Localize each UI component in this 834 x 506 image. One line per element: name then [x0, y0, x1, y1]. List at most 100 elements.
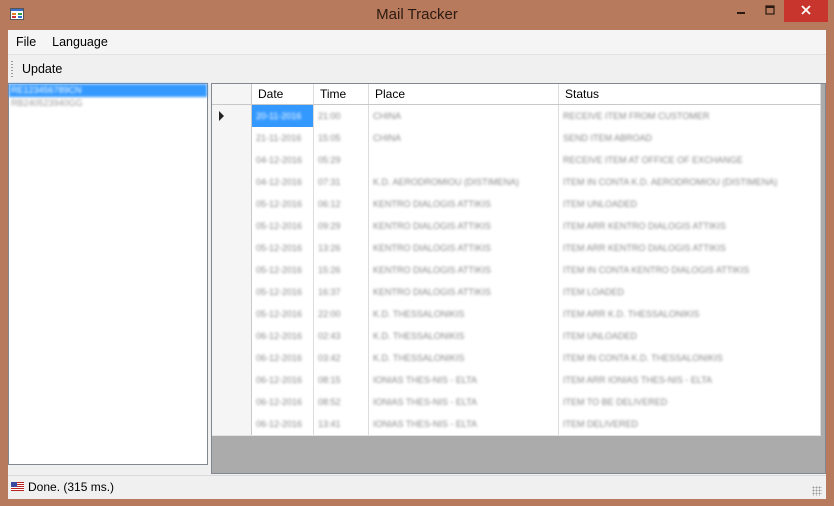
cell-date[interactable]: 05-12-2016 — [252, 193, 314, 215]
table-row[interactable]: 20-11-2016 21:00 CHINA RECEIVE ITEM FROM CU… — [212, 105, 821, 128]
cell-time[interactable]: 05:29 — [314, 149, 369, 171]
table-row[interactable]: 06-12-2016 02:43 K.D. THESSALONIKIS ITEM UN… — [212, 325, 821, 348]
cell-status[interactable]: ITEM UNLOADED — [559, 325, 821, 347]
cell-place[interactable]: K.D. THESSALONIKIS — [369, 347, 559, 369]
row-header[interactable] — [212, 193, 252, 215]
cell-status[interactable]: ITEM IN CONTA K.D. AERODROMIOU (DISTIMEN… — [559, 171, 821, 193]
cell-place[interactable]: KENTRO DIALOGIS ATTIKIS — [369, 193, 559, 215]
cell-place[interactable]: K.D. THESSALONIKIS — [369, 325, 559, 347]
cell-place[interactable]: KENTRO DIALOGIS ATTIKIS — [369, 237, 559, 259]
table-row[interactable]: 04-12-2016 07:31 K.D. AERODROMIOU (DISTIME… — [212, 171, 821, 194]
cell-status[interactable]: ITEM DELIVERED — [559, 413, 821, 435]
toolbar-grip[interactable] — [11, 61, 13, 77]
cell-time[interactable]: 02:43 — [314, 325, 369, 347]
cell-time[interactable]: 22:00 — [314, 303, 369, 325]
resize-grip[interactable] — [812, 486, 822, 496]
tracking-events-grid[interactable]: Date Time Place Status 20-11-2016 21:00 CH… — [211, 83, 826, 474]
cell-time[interactable]: 07:31 — [314, 171, 369, 193]
table-row[interactable]: 06-12-2016 03:42 K.D. THESSALONIKIS ITEM IN… — [212, 347, 821, 370]
row-header[interactable] — [212, 105, 252, 127]
cell-place[interactable]: K.D. THESSALONIKIS — [369, 303, 559, 325]
row-header[interactable] — [212, 413, 252, 435]
cell-time[interactable]: 16:37 — [314, 281, 369, 303]
menu-file[interactable]: File — [8, 30, 44, 54]
table-row[interactable]: 05-12-2016 09:29 KENTRO DIALOGIS ATTIKIS IT… — [212, 215, 821, 238]
row-header[interactable] — [212, 259, 252, 281]
row-header[interactable] — [212, 237, 252, 259]
cell-time[interactable]: 08:52 — [314, 391, 369, 413]
cell-time[interactable]: 08:15 — [314, 369, 369, 391]
cell-place[interactable]: KENTRO DIALOGIS ATTIKIS — [369, 259, 559, 281]
cell-time[interactable]: 09:29 — [314, 215, 369, 237]
table-row[interactable]: 06-12-2016 08:52 IONIAS THES-NIS - ELTA ITE… — [212, 391, 821, 414]
close-button[interactable] — [784, 0, 828, 22]
column-header-status[interactable]: Status — [559, 84, 821, 104]
cell-status[interactable]: RECEIVE ITEM AT OFFICE OF EXCHANGE — [559, 149, 821, 171]
row-header[interactable] — [212, 369, 252, 391]
cell-date[interactable]: 04-12-2016 — [252, 149, 314, 171]
update-button[interactable]: Update — [18, 59, 66, 79]
row-header[interactable] — [212, 127, 252, 149]
cell-date[interactable]: 05-12-2016 — [252, 303, 314, 325]
cell-date[interactable]: 06-12-2016 — [252, 325, 314, 347]
tracking-item[interactable]: RB240523940GG — [9, 97, 207, 110]
cell-date[interactable]: 21-11-2016 — [252, 127, 314, 149]
tracking-item-selected[interactable]: RE123456789CN — [9, 84, 207, 97]
cell-date[interactable]: 20-11-2016 — [252, 105, 314, 127]
row-header[interactable] — [212, 281, 252, 303]
column-header-place[interactable]: Place — [369, 84, 559, 104]
cell-status[interactable]: ITEM UNLOADED — [559, 193, 821, 215]
cell-status[interactable]: ITEM ARR K.D. THESSALONIKIS — [559, 303, 821, 325]
cell-date[interactable]: 06-12-2016 — [252, 413, 314, 435]
cell-status[interactable]: ITEM TO BE DELIVERED — [559, 391, 821, 413]
cell-place[interactable]: KENTRO DIALOGIS ATTIKIS — [369, 281, 559, 303]
row-header[interactable] — [212, 149, 252, 171]
cell-date[interactable]: 06-12-2016 — [252, 347, 314, 369]
cell-date[interactable]: 05-12-2016 — [252, 281, 314, 303]
table-row[interactable]: 05-12-2016 22:00 K.D. THESSALONIKIS ITEM AR… — [212, 303, 821, 326]
table-row[interactable]: 05-12-2016 13:26 KENTRO DIALOGIS ATTIKIS IT… — [212, 237, 821, 260]
row-header[interactable] — [212, 325, 252, 347]
menu-language[interactable]: Language — [44, 30, 116, 54]
cell-date[interactable]: 05-12-2016 — [252, 215, 314, 237]
column-header-date[interactable]: Date — [252, 84, 314, 104]
cell-place[interactable]: IONIAS THES-NIS - ELTA — [369, 369, 559, 391]
cell-time[interactable]: 13:41 — [314, 413, 369, 435]
row-header[interactable] — [212, 171, 252, 193]
row-header-corner[interactable] — [212, 84, 252, 104]
table-row[interactable]: 06-12-2016 08:15 IONIAS THES-NIS - ELTA ITE… — [212, 369, 821, 392]
tracking-number-list[interactable]: RE123456789CN RB240523940GG — [8, 83, 208, 465]
cell-place[interactable] — [369, 149, 559, 171]
cell-place[interactable]: CHINA — [369, 127, 559, 149]
cell-date[interactable]: 06-12-2016 — [252, 369, 314, 391]
cell-status[interactable]: ITEM IN CONTA K.D. THESSALONIKIS — [559, 347, 821, 369]
cell-date[interactable]: 05-12-2016 — [252, 237, 314, 259]
row-header[interactable] — [212, 303, 252, 325]
table-row[interactable]: 06-12-2016 13:41 IONIAS THES-NIS - ELTA ITE… — [212, 413, 821, 436]
cell-status[interactable]: ITEM ARR KENTRO DIALOGIS ATTIKIS — [559, 237, 821, 259]
column-header-time[interactable]: Time — [314, 84, 369, 104]
cell-time[interactable]: 06:12 — [314, 193, 369, 215]
row-header[interactable] — [212, 215, 252, 237]
maximize-button[interactable] — [756, 0, 784, 22]
table-row[interactable]: 05-12-2016 06:12 KENTRO DIALOGIS ATTIKIS IT… — [212, 193, 821, 216]
cell-place[interactable]: K.D. AERODROMIOU (DISTIMENA) — [369, 171, 559, 193]
cell-status[interactable]: SEND ITEM ABROAD — [559, 127, 821, 149]
table-row[interactable]: 04-12-2016 05:29 RECEIVE ITEM AT OFFICE OF… — [212, 149, 821, 172]
cell-date[interactable]: 04-12-2016 — [252, 171, 314, 193]
cell-date[interactable]: 06-12-2016 — [252, 391, 314, 413]
cell-time[interactable]: 15:26 — [314, 259, 369, 281]
row-header[interactable] — [212, 391, 252, 413]
cell-time[interactable]: 13:26 — [314, 237, 369, 259]
table-row[interactable]: 21-11-2016 15:05 CHINA SEND ITEM ABROAD — [212, 127, 821, 150]
minimize-button[interactable] — [726, 0, 756, 22]
cell-time[interactable]: 03:42 — [314, 347, 369, 369]
cell-place[interactable]: KENTRO DIALOGIS ATTIKIS — [369, 215, 559, 237]
cell-time[interactable]: 21:00 — [314, 105, 369, 127]
cell-status[interactable]: RECEIVE ITEM FROM CUSTOMER — [559, 105, 821, 127]
cell-place[interactable]: IONIAS THES-NIS - ELTA — [369, 413, 559, 435]
cell-date[interactable]: 05-12-2016 — [252, 259, 314, 281]
cell-place[interactable]: CHINA — [369, 105, 559, 127]
row-header[interactable] — [212, 347, 252, 369]
table-row[interactable]: 05-12-2016 16:37 KENTRO DIALOGIS ATTIKIS IT… — [212, 281, 821, 304]
